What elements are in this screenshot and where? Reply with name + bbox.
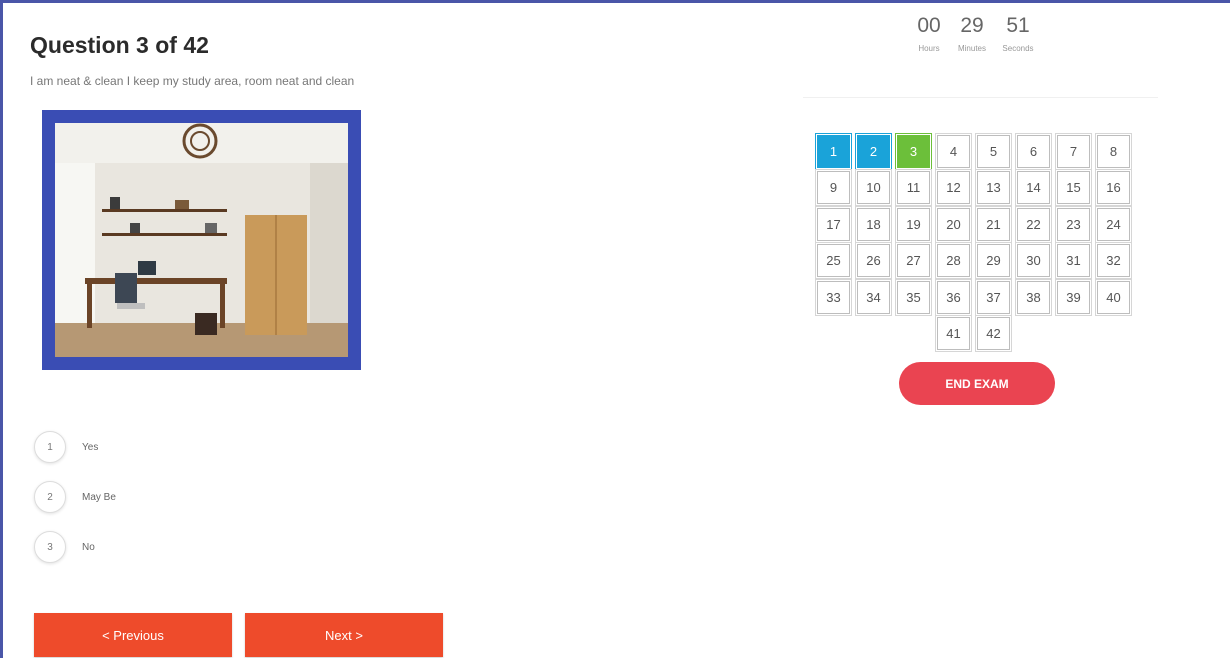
option-yes[interactable]: 1 Yes <box>34 430 254 464</box>
timer-seconds-label: Seconds <box>1002 44 1034 53</box>
timer-seconds-value: 51 <box>1006 14 1030 37</box>
question-nav-item-3[interactable]: 3 <box>895 133 932 170</box>
question-nav-item-19[interactable]: 19 <box>895 205 932 243</box>
question-nav-item-31[interactable]: 31 <box>1055 242 1092 280</box>
question-nav-item-21[interactable]: 21 <box>975 205 1012 243</box>
question-text: I am neat & clean I keep my study area, … <box>30 74 355 88</box>
timer-seconds: 51 Seconds <box>994 14 1042 53</box>
question-nav-item-24[interactable]: 24 <box>1095 205 1132 243</box>
question-nav-item-17[interactable]: 17 <box>815 205 852 243</box>
question-nav-item-2[interactable]: 2 <box>855 133 892 170</box>
timer-minutes: 29 Minutes <box>948 14 996 53</box>
question-nav-item-5[interactable]: 5 <box>975 133 1012 170</box>
question-nav-item-38[interactable]: 38 <box>1015 278 1052 316</box>
question-nav-item-23[interactable]: 23 <box>1055 205 1092 243</box>
question-nav-item-9[interactable]: 9 <box>815 169 852 207</box>
option-label: No <box>82 541 95 553</box>
question-nav-item-11[interactable]: 11 <box>895 169 932 207</box>
question-nav-item-15[interactable]: 15 <box>1055 169 1092 207</box>
option-label: May Be <box>82 491 116 503</box>
question-nav-item-14[interactable]: 14 <box>1015 169 1052 207</box>
question-nav-item-6[interactable]: 6 <box>1015 133 1052 170</box>
question-nav-item-42[interactable]: 42 <box>975 315 1012 352</box>
option-number: 1 <box>34 431 66 463</box>
timer-minutes-value: 29 <box>960 14 984 37</box>
question-nav-item-41[interactable]: 41 <box>935 315 972 352</box>
question-nav-item-4[interactable]: 4 <box>935 133 972 170</box>
question-nav-item-8[interactable]: 8 <box>1095 133 1132 170</box>
question-nav-item-1[interactable]: 1 <box>815 133 852 170</box>
question-nav-item-18[interactable]: 18 <box>855 205 892 243</box>
option-number: 3 <box>34 531 66 563</box>
option-label: Yes <box>82 441 99 453</box>
timer-hours-value: 00 <box>917 14 941 37</box>
question-nav-item-35[interactable]: 35 <box>895 278 932 316</box>
question-title: Question 3 of 42 <box>30 32 209 58</box>
question-nav-item-7[interactable]: 7 <box>1055 133 1092 170</box>
question-nav-item-37[interactable]: 37 <box>975 278 1012 316</box>
question-image <box>42 110 361 370</box>
timer-hours: 00 Hours <box>905 14 953 53</box>
question-nav-item-10[interactable]: 10 <box>855 169 892 207</box>
question-nav-item-20[interactable]: 20 <box>935 205 972 243</box>
question-nav-item-12[interactable]: 12 <box>935 169 972 207</box>
question-nav-item-28[interactable]: 28 <box>935 242 972 280</box>
question-nav-item-36[interactable]: 36 <box>935 278 972 316</box>
question-nav-item-26[interactable]: 26 <box>855 242 892 280</box>
next-button[interactable]: Next > <box>245 613 443 657</box>
timer-minutes-label: Minutes <box>957 44 986 53</box>
question-nav-item-32[interactable]: 32 <box>1095 242 1132 280</box>
question-nav-item-33[interactable]: 33 <box>815 278 852 316</box>
option-no[interactable]: 3 No <box>34 530 254 564</box>
question-nav-item-22[interactable]: 22 <box>1015 205 1052 243</box>
option-number: 2 <box>34 481 66 513</box>
question-nav-item-13[interactable]: 13 <box>975 169 1012 207</box>
question-navigator: 1 2 3 4 5 6 7 8 9 10 11 12 13 14 15 16 17 18 19 20 21 22 23 24 2… <box>815 133 1137 355</box>
question-nav-item-30[interactable]: 30 <box>1015 242 1052 280</box>
option-maybe[interactable]: 2 May Be <box>34 480 254 514</box>
question-nav-item-25[interactable]: 25 <box>815 242 852 280</box>
room-photo-icon <box>55 123 348 357</box>
timer-divider <box>803 97 1158 98</box>
question-nav-item-39[interactable]: 39 <box>1055 278 1092 316</box>
previous-button[interactable]: < Previous <box>34 613 232 657</box>
question-nav-item-34[interactable]: 34 <box>855 278 892 316</box>
question-nav-item-29[interactable]: 29 <box>975 242 1012 280</box>
question-nav-item-27[interactable]: 27 <box>895 242 932 280</box>
question-nav-item-40[interactable]: 40 <box>1095 278 1132 316</box>
timer-hours-label: Hours <box>918 44 940 53</box>
end-exam-button[interactable]: END EXAM <box>899 362 1055 405</box>
question-nav-item-16[interactable]: 16 <box>1095 169 1132 207</box>
